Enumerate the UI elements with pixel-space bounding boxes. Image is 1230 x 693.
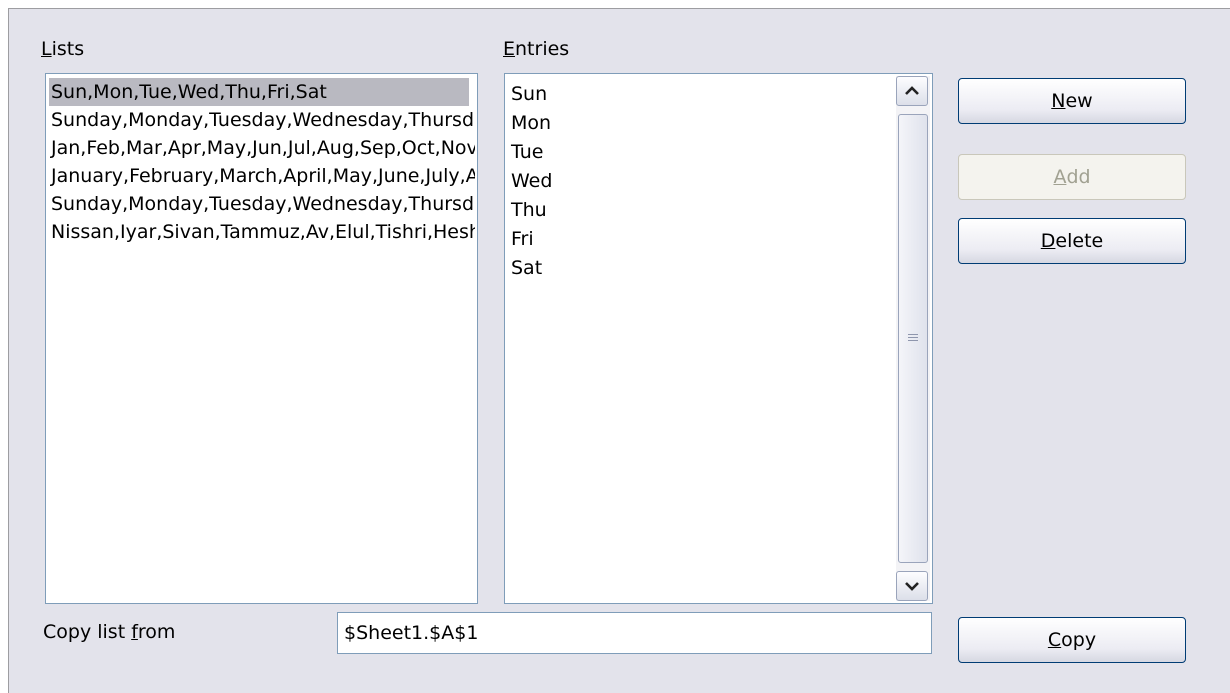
new-button[interactable]: New [958, 78, 1186, 124]
scroll-down-button[interactable] [896, 571, 928, 601]
lists-label-rest: ists [51, 38, 85, 60]
add-button-rest: dd [1066, 166, 1091, 188]
entry-item[interactable]: Sun [511, 80, 547, 108]
entry-item[interactable]: Thu [511, 196, 547, 224]
add-button-mnemonic: A [1053, 166, 1067, 188]
lists-label: Lists [41, 38, 84, 60]
lists-listbox[interactable]: Sun,Mon,Tue,Wed,Thu,Fri,Sat Sunday,Monday… [45, 73, 478, 604]
list-item[interactable]: Sunday,Monday,Tuesday,Wednesday,Thursday… [49, 190, 475, 218]
list-item[interactable]: January,February,March,April,May,June,Ju… [49, 162, 475, 190]
list-item[interactable]: Nissan,Iyar,Sivan,Tammuz,Av,Elul,Tishri,… [49, 218, 475, 246]
lists-label-mnemonic: L [41, 38, 52, 60]
new-button-mnemonic: N [1051, 90, 1066, 112]
list-item[interactable]: Jan,Feb,Mar,Apr,May,Jun,Jul,Aug,Sep,Oct,… [49, 134, 475, 162]
delete-button-mnemonic: D [1040, 230, 1056, 252]
entries-label-mnemonic: E [503, 38, 516, 60]
entries-listbox[interactable]: Sun Mon Tue Wed Thu Fri Sat [504, 73, 933, 604]
entries-label: Entries [503, 38, 569, 60]
scroll-thumb[interactable] [898, 114, 928, 563]
entries-label-rest: ntries [515, 38, 570, 60]
chevron-up-icon [905, 86, 919, 95]
copy-button[interactable]: Copy [958, 617, 1186, 663]
copy-list-from-label: Copy list from [43, 621, 175, 643]
copy-from-label-mnemonic: f [131, 621, 138, 643]
add-button: Add [958, 154, 1186, 200]
entry-item[interactable]: Mon [511, 109, 551, 137]
list-item[interactable]: Sun,Mon,Tue,Wed,Thu,Fri,Sat [49, 78, 469, 106]
copy-list-from-input[interactable] [337, 612, 932, 654]
grip-icon [908, 334, 918, 343]
entry-item[interactable]: Wed [511, 167, 552, 195]
entry-item[interactable]: Fri [511, 225, 534, 253]
copy-button-rest: opy [1061, 629, 1097, 651]
delete-button[interactable]: Delete [958, 218, 1186, 264]
scroll-up-button[interactable] [896, 76, 928, 106]
chevron-down-icon [905, 582, 919, 591]
new-button-rest: ew [1065, 90, 1093, 112]
entry-item[interactable]: Tue [511, 138, 543, 166]
copy-from-label-pre: Copy list [43, 621, 132, 643]
copy-from-label-post: rom [137, 621, 176, 643]
delete-button-rest: elete [1055, 230, 1104, 252]
entry-item[interactable]: Sat [511, 254, 542, 282]
list-item[interactable]: Sunday,Monday,Tuesday,Wednesday,Thursday… [49, 106, 475, 134]
copy-button-mnemonic: C [1047, 629, 1062, 651]
entries-scrollbar[interactable] [896, 76, 930, 601]
